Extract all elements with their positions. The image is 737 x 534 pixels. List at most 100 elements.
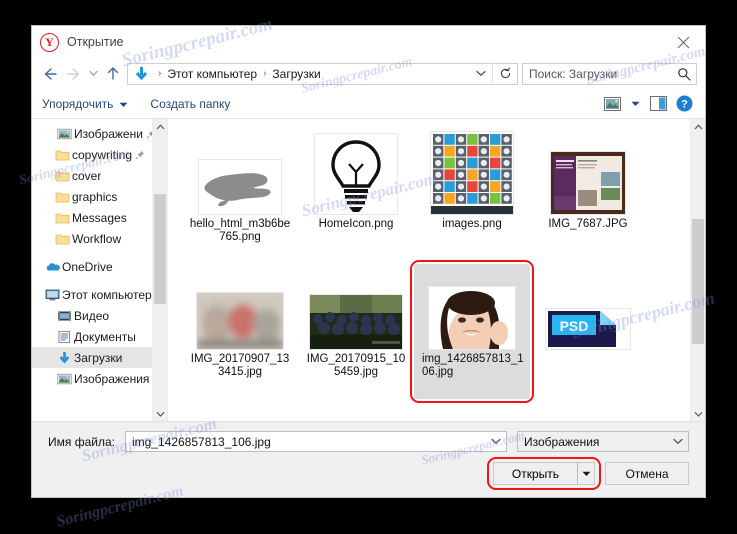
cancel-button[interactable]: Отмена [605,462,689,485]
sidebar-item-label: Загрузки [74,350,123,365]
file-name-label: IMG_20170915_105459.jpg [306,353,406,378]
help-question-icon[interactable]: ? [671,93,697,115]
breadcrumb-item-1[interactable]: Загрузки [270,67,322,81]
file-item[interactable] [182,399,298,421]
file-thumbnail-brochure [550,151,626,215]
refresh-button[interactable] [492,62,517,85]
sidebar-list: Изображени copywriting cover graphics Messag… [32,123,167,389]
filename-row: Имя файла: img_1426857813_106.jpg Изобра… [48,431,689,452]
search-icon[interactable] [672,67,696,81]
file-item[interactable]: PSD [414,399,530,421]
file-pane-scroll-thumb[interactable] [692,219,704,344]
sidebar-item-graphics[interactable]: graphics [32,186,167,207]
file-name-label: img_1426857813_106.jpg [422,353,524,378]
sidebar-scrollbar[interactable] [152,119,167,421]
file-thumbnail-crimea-map [198,159,282,215]
video-icon [54,309,74,323]
file-item[interactable]: PSD [530,264,646,399]
file-thumbnail-psd-file: PSD [545,308,631,350]
chevron-down-icon[interactable] [486,438,506,445]
sidebar-item-onedrive[interactable]: OneDrive [32,256,167,277]
file-item[interactable]: IMG_7687.JPG [530,129,646,264]
search-box[interactable]: Поиск: Загрузки [522,62,697,85]
sidebar-item-загрузки[interactable]: Загрузки [32,347,167,368]
thumbnail-wrap [198,129,282,215]
chevron-up-icon[interactable] [153,119,167,134]
sidebar-item-label: graphics [72,189,118,204]
open-dropdown-button[interactable] [577,462,595,485]
preview-pane-icon[interactable] [645,93,671,115]
file-name-label: HomeIcon.png [318,218,394,230]
address-dropdown-button[interactable] [470,70,492,77]
file-thumbnail-lightbulb [314,133,398,215]
downloads-arrow-icon [128,64,154,84]
sidebar-item-изображени[interactable]: Изображени [32,123,167,144]
file-name-label: IMG_20170907_133415.jpg [190,353,290,378]
open-button[interactable]: Открыть [493,462,595,485]
view-layout-icon[interactable] [599,93,625,115]
folder-icon [52,148,72,162]
file-item[interactable]: hello_html_m3b6be765.png [182,129,298,264]
up-button[interactable] [101,62,125,86]
view-dropdown-button[interactable] [625,93,645,115]
file-name-label: hello_html_m3b6be765.png [189,218,291,243]
svg-text:?: ? [681,99,688,111]
back-button[interactable] [38,62,62,86]
folder-icon [52,232,72,246]
file-item[interactable]: images.png [414,129,530,264]
command-toolbar: Упорядочить Создать папку ? [32,89,705,119]
file-type-filter[interactable]: Изображения [517,431,689,452]
file-item[interactable]: IMG_20170907_133415.jpg [182,264,298,399]
file-name-label: IMG_7687.JPG [548,218,628,230]
selected-file-cell[interactable]: img_1426857813_106.jpg [410,260,534,403]
file-thumbnail-crowd-photo [309,294,403,350]
thumbnail-wrap [197,399,283,421]
sidebar-item-workflow[interactable]: Workflow [32,228,167,249]
chevron-down-icon[interactable] [691,406,705,421]
thumbnail-wrap [196,264,284,350]
filename-value: img_1426857813_106.jpg [131,434,271,449]
history-dropdown-button[interactable] [86,62,101,86]
organize-label: Упорядочить [42,96,114,111]
file-pane-scrollbar[interactable] [690,119,705,421]
new-folder-button[interactable]: Создать папку [150,97,230,111]
search-input[interactable]: Поиск: Загрузки [523,67,672,81]
file-open-dialog: Y Открытие › Этот компьютер › Загрузки П… [31,25,706,498]
thumbnail-wrap [550,129,626,215]
breadcrumb-separator-0: › [158,68,162,79]
file-grid: hello_html_m3b6be765.png HomeIcon.png imag… [168,119,689,421]
file-list-pane[interactable]: hello_html_m3b6be765.png HomeIcon.png imag… [167,119,705,421]
sidebar-item-copywriting[interactable]: copywriting [32,144,167,165]
yandex-logo-icon: Y [40,32,59,52]
pin-icon[interactable] [135,150,145,160]
sidebar-item-документы[interactable]: Документы [32,326,167,347]
file-item[interactable]: IMG_20170915_105459.jpg [298,264,414,399]
sidebar-scroll-thumb[interactable] [154,194,166,304]
sidebar-item-изображения[interactable]: Изображения [32,368,167,389]
organize-button[interactable]: Упорядочить [42,97,128,111]
downloads-arrow-icon [54,351,74,365]
address-bar[interactable]: › Этот компьютер › Загрузки [127,62,518,85]
picture-icon [54,127,74,141]
file-item[interactable] [298,399,414,421]
chevron-down-icon[interactable] [668,438,688,445]
file-item[interactable]: HomeIcon.png [298,129,414,264]
chevron-up-icon[interactable] [691,119,705,134]
sidebar-item-видео[interactable]: Видео [32,305,167,326]
sidebar-item-cover[interactable]: cover [32,165,167,186]
navigation-sidebar: Изображени copywriting cover graphics Messag… [32,119,167,421]
sidebar-item-messages[interactable]: Messages [32,207,167,228]
sidebar-item-label: Изображени [74,126,143,141]
thumbnail-wrap [428,264,516,350]
forward-button[interactable] [62,62,86,86]
sidebar-item-этот-компьютер[interactable]: Этот компьютер [32,284,167,305]
sidebar-item-label: Workflow [72,231,122,246]
breadcrumb-item-0[interactable]: Этот компьютер [165,67,259,81]
cancel-label: Отмена [625,466,669,481]
thumbnail-wrap: PSD [545,264,631,350]
chevron-down-icon[interactable] [153,406,167,421]
open-label: Открыть [493,462,577,485]
close-button[interactable] [661,27,705,58]
filename-input[interactable]: img_1426857813_106.jpg [124,431,507,452]
